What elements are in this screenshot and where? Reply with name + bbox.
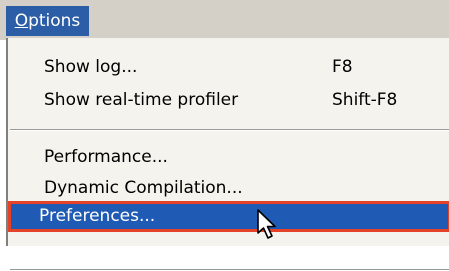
menu-item-show-real-time-profiler[interactable]: Show real-time profiler Shift-F8 [8, 85, 449, 115]
menu-item-label: Show log... [44, 57, 138, 77]
menu-item-label: Dynamic Compilation... [44, 178, 243, 198]
options-label-rest: ptions [28, 11, 81, 31]
menu-item-preferences[interactable]: Preferences... [8, 201, 449, 232]
menu-item-label: Performance... [44, 147, 168, 167]
menu-bar: Options [0, 0, 449, 40]
mouse-pointer-icon [256, 208, 282, 242]
menu-item-dynamic-compilation[interactable]: Dynamic Compilation... [8, 173, 449, 203]
menu-separator [10, 129, 449, 131]
options-accelerator-letter: O [14, 11, 29, 31]
menu-options[interactable]: Options [6, 6, 89, 36]
menu-item-performance[interactable]: Performance... [8, 142, 449, 172]
menu-item-show-log[interactable]: Show log... F8 [8, 52, 449, 82]
menu-item-shortcut: F8 [332, 57, 353, 77]
options-dropdown-menu: Show log... F8 Show real-time profiler S… [6, 38, 449, 271]
menu-item-shortcut: Shift-F8 [332, 90, 398, 110]
menu-item-label: Show real-time profiler [44, 90, 239, 110]
menu-item-label: Preferences... [39, 206, 156, 226]
